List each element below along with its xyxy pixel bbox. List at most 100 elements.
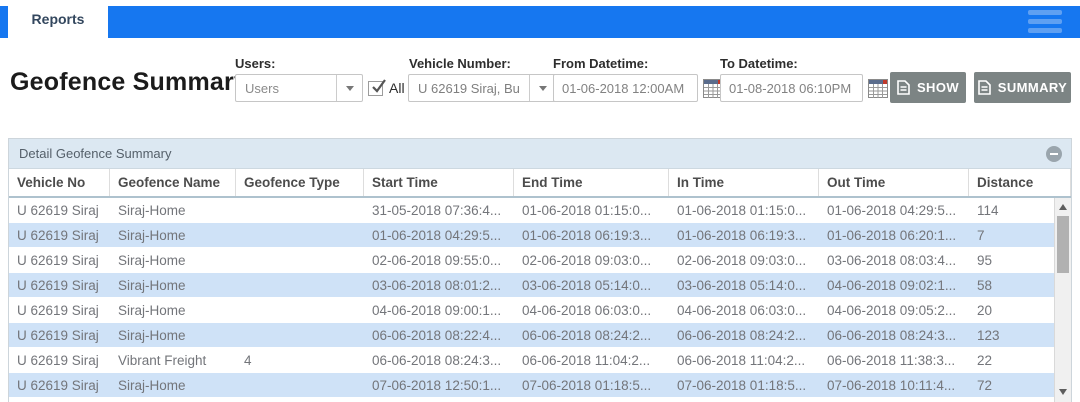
users-select[interactable]: Users [235,74,363,102]
table-cell [236,198,364,222]
all-checkbox[interactable]: All [368,80,405,96]
column-header[interactable]: Vehicle No [9,169,110,196]
column-header[interactable]: Out Time [819,169,969,196]
detail-geofence-panel: Detail Geofence Summary Vehicle NoGeofen… [8,138,1072,402]
table-cell: 01-06-2018 01:15:0... [669,198,819,222]
filter-header: Geofence Summary Users: Users All Vehicl… [0,38,1080,138]
table-cell: 01-06-2018 01:15:0... [514,198,669,222]
table-cell: Siraj-Home [110,198,236,222]
table-cell [236,298,364,322]
table-cell: 06-06-2018 11:04:2... [514,348,669,372]
column-header[interactable]: In Time [669,169,819,196]
table-cell: Siraj-Home [110,223,236,247]
table-row[interactable]: U 62619 SirajVibrant Freight406-06-2018 … [9,348,1054,373]
column-header[interactable]: Geofence Type [236,169,364,196]
table-cell: 02-06-2018 09:55:0... [364,248,514,272]
table-cell: 06-06-2018 08:24:3... [364,348,514,372]
table-cell: Siraj-Home [110,373,236,397]
app-window: Reports Geofence Summary Users: Users Al… [0,0,1080,402]
table-cell: U 62619 Siraj [9,298,110,322]
table-cell: 07-06-2018 01:18:5... [514,373,669,397]
table-cell: 06-06-2018 08:24:3... [819,323,969,347]
vertical-scrollbar[interactable] [1054,198,1071,402]
table-cell: U 62619 Siraj [9,323,110,347]
table-row[interactable]: U 62619 SirajSiraj-Home 31-05-2018 07:36:… [9,198,1054,223]
table-cell: U 62619 Siraj [9,248,110,272]
table-row[interactable]: U 62619 SirajSiraj-Home03-06-2018 08:01:… [9,273,1054,298]
table-row[interactable]: U 62619 SirajSiraj-Home 06-06-2018 08:22:… [9,323,1054,348]
table-cell: 58 [969,273,1054,297]
table-cell: U 62619 Siraj [9,198,110,222]
table-cell: 7 [969,223,1054,247]
table-cell: 72 [969,373,1054,397]
table-cell: 123 [969,323,1054,347]
show-button[interactable]: SHOW [890,72,966,103]
table-cell: Siraj-Home [110,273,236,297]
table-cell: U 62619 Siraj [9,373,110,397]
all-checkbox-label: All [389,80,405,96]
table-cell: 04-06-2018 06:03:0... [514,298,669,322]
scroll-up-icon[interactable] [1055,200,1071,214]
table-cell: 01-06-2018 04:29:5... [364,223,514,247]
table-cell: 02-06-2018 09:03:0... [669,248,819,272]
table-cell [236,373,364,397]
table-cell: 07-06-2018 10:11:4... [819,373,969,397]
table-cell: Siraj-Home [110,323,236,347]
table-cell: 01-06-2018 04:29:5... [819,198,969,222]
table-cell: 22 [969,348,1054,372]
table-row[interactable]: U 62619 SirajSiraj-Home07-06-2018 12:50:… [9,373,1054,398]
checkbox-checked-icon [368,81,383,96]
table-row[interactable]: U 62619 SirajSiraj-Home 01-06-2018 04:29:… [9,223,1054,248]
column-header[interactable]: Distance [969,169,1071,196]
table-row[interactable]: U 62619 SirajSiraj-Home 04-06-2018 09:00:… [9,298,1054,323]
table-cell: 03-06-2018 05:14:0... [514,273,669,297]
table-cell: Siraj-Home [110,298,236,322]
table-cell [236,223,364,247]
top-bar: Reports [0,0,1080,38]
collapse-minus-icon[interactable] [1046,146,1062,162]
table-cell: 07-06-2018 01:18:5... [669,373,819,397]
scroll-down-icon[interactable] [1055,385,1071,399]
table-cell: 06-06-2018 11:38:3... [819,348,969,372]
table-cell: Vibrant Freight [110,348,236,372]
table-cell: Siraj-Home [110,248,236,272]
table-cell: 03-06-2018 05:14:0... [669,273,819,297]
to-datetime-input[interactable] [720,74,863,102]
from-datetime-input[interactable] [553,74,698,102]
table-cell: 114 [969,198,1054,222]
panel-header: Detail Geofence Summary [9,139,1071,169]
table-row[interactable]: U 62619 SirajSiraj-Home 02-06-2018 09:55:… [9,248,1054,273]
tab-reports[interactable]: Reports [8,0,108,38]
table-header-row: Vehicle NoGeofence NameGeofence TypeStar… [9,169,1071,198]
table-cell: U 62619 Siraj [9,348,110,372]
table-cell: 95 [969,248,1054,272]
chevron-down-icon [529,75,555,101]
vehicle-number-label: Vehicle Number: [409,56,511,71]
page-title: Geofence Summary [10,68,248,97]
column-header[interactable]: End Time [514,169,669,196]
column-header[interactable]: Geofence Name [110,169,236,196]
scrollbar-thumb[interactable] [1057,216,1069,273]
to-calendar-icon[interactable] [868,79,888,98]
column-header[interactable]: Start Time [364,169,514,196]
table-cell: 01-06-2018 06:20:1... [819,223,969,247]
from-datetime-label: From Datetime: [553,56,648,71]
vehicle-number-select[interactable]: U 62619 Siraj, Bu [408,74,556,102]
table-body-rows: U 62619 SirajSiraj-Home31-05-2018 07:36:… [9,198,1054,398]
users-label: Users: [235,56,275,71]
table-cell: 02-06-2018 09:03:0... [514,248,669,272]
table-cell: 01-06-2018 06:19:3... [669,223,819,247]
summary-button[interactable]: SUMMARY [974,72,1071,103]
table-cell: 06-06-2018 08:22:4... [364,323,514,347]
hamburger-menu-icon[interactable] [1028,10,1062,34]
table-cell: 04-06-2018 09:00:1... [364,298,514,322]
document-icon [897,80,910,95]
to-datetime-label: To Datetime: [720,56,798,71]
table-cell: 03-06-2018 08:03:4... [819,248,969,272]
table-cell [236,273,364,297]
table-cell: U 62619 Siraj [9,223,110,247]
table-cell: 31-05-2018 07:36:4... [364,198,514,222]
table-cell [236,248,364,272]
table-cell: 06-06-2018 08:24:2... [669,323,819,347]
table-cell: 20 [969,298,1054,322]
